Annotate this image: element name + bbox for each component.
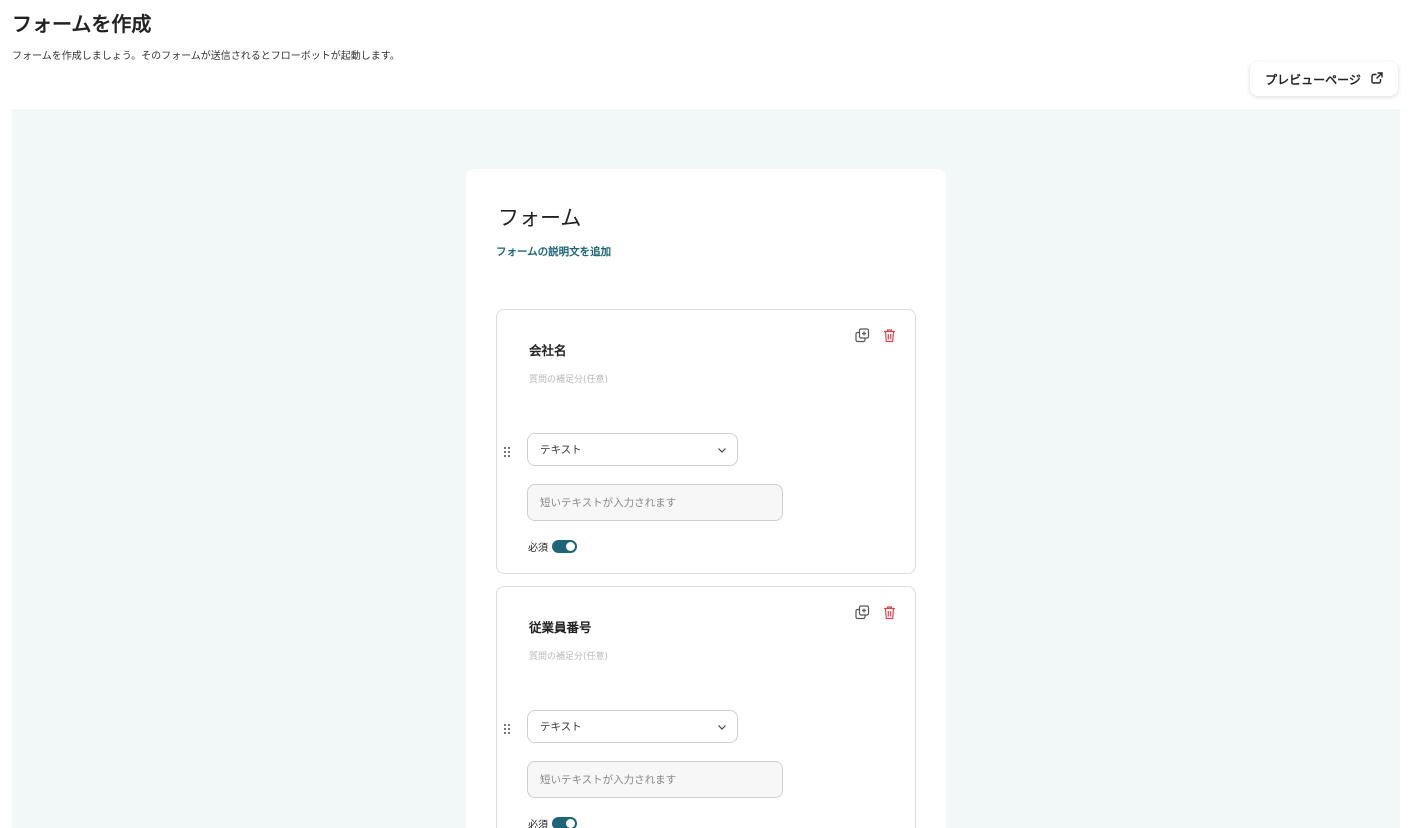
- form-title[interactable]: フォーム: [498, 202, 581, 232]
- drag-handle-icon[interactable]: [502, 721, 512, 735]
- question-card[interactable]: 会社名 質問の補足分(任意) テキスト 必須: [496, 309, 916, 574]
- required-label: 必須: [528, 543, 548, 554]
- question-type-value: テキスト: [540, 444, 582, 456]
- question-title[interactable]: 会社名: [529, 340, 567, 359]
- chevron-down-icon: [717, 722, 727, 732]
- preview-page-label: プレビューページ: [1265, 72, 1361, 87]
- page-description: フォームを作成しましょう。そのフォームが送信されるとフローボットが起動します。: [12, 51, 400, 62]
- question-subtitle[interactable]: 質問の補足分(任意): [529, 649, 608, 662]
- duplicate-icon[interactable]: [855, 605, 870, 620]
- question-subtitle[interactable]: 質問の補足分(任意): [529, 372, 608, 385]
- trash-icon[interactable]: [882, 605, 897, 620]
- question-card[interactable]: 従業員番号 質問の補足分(任意) テキスト 必須: [496, 586, 916, 828]
- required-row: 必須: [528, 816, 577, 828]
- question-type-value: テキスト: [540, 721, 582, 733]
- add-form-description-link[interactable]: フォームの説明文を追加: [496, 244, 611, 259]
- answer-preview-input[interactable]: [527, 761, 783, 798]
- trash-icon[interactable]: [882, 328, 897, 343]
- chevron-down-icon: [717, 445, 727, 455]
- question-type-select[interactable]: テキスト: [527, 710, 738, 743]
- external-link-icon: [1371, 71, 1384, 87]
- page-title: フォームを作成: [12, 12, 152, 36]
- question-title[interactable]: 従業員番号: [529, 617, 592, 636]
- answer-preview-input[interactable]: [527, 484, 783, 521]
- required-toggle[interactable]: [552, 817, 577, 828]
- question-type-select[interactable]: テキスト: [527, 433, 738, 466]
- required-row: 必須: [528, 539, 577, 554]
- preview-page-button[interactable]: プレビューページ: [1250, 62, 1398, 96]
- required-label: 必須: [528, 820, 548, 828]
- drag-handle-icon[interactable]: [502, 444, 512, 458]
- duplicate-icon[interactable]: [855, 328, 870, 343]
- required-toggle[interactable]: [552, 540, 577, 553]
